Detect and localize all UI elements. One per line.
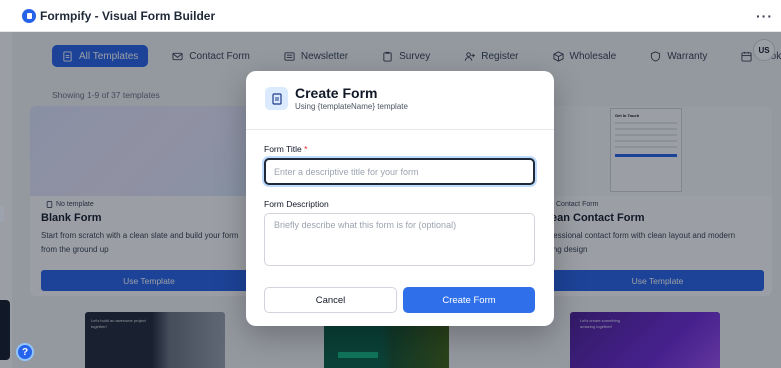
help-button[interactable]: ?	[16, 343, 34, 361]
required-marker: *	[304, 144, 308, 154]
create-form-button[interactable]: Create Form	[403, 287, 535, 313]
form-title-input[interactable]	[264, 158, 535, 185]
cancel-button[interactable]: Cancel	[264, 287, 397, 313]
side-panel-edge	[0, 300, 10, 360]
form-description-label: Form Description	[264, 199, 329, 209]
dialog-header: Create Form Using {templateName} templat…	[246, 71, 554, 130]
form-title-label: Form Title *	[264, 144, 307, 154]
form-description-input[interactable]	[264, 213, 535, 266]
document-icon	[265, 87, 288, 110]
more-menu-icon[interactable]: ···	[756, 8, 773, 24]
window-title: Formpify - Visual Form Builder	[40, 8, 216, 23]
create-form-dialog: Create Form Using {templateName} templat…	[246, 71, 554, 326]
title-bar: Formpify - Visual Form Builder ···	[0, 0, 781, 32]
app-logo-icon	[22, 8, 36, 23]
sidebar-handle[interactable]	[0, 206, 4, 222]
label-text: Form Title	[264, 144, 302, 154]
dialog-subtitle: Using {templateName} template	[295, 102, 408, 111]
dialog-title: Create Form	[295, 85, 378, 101]
